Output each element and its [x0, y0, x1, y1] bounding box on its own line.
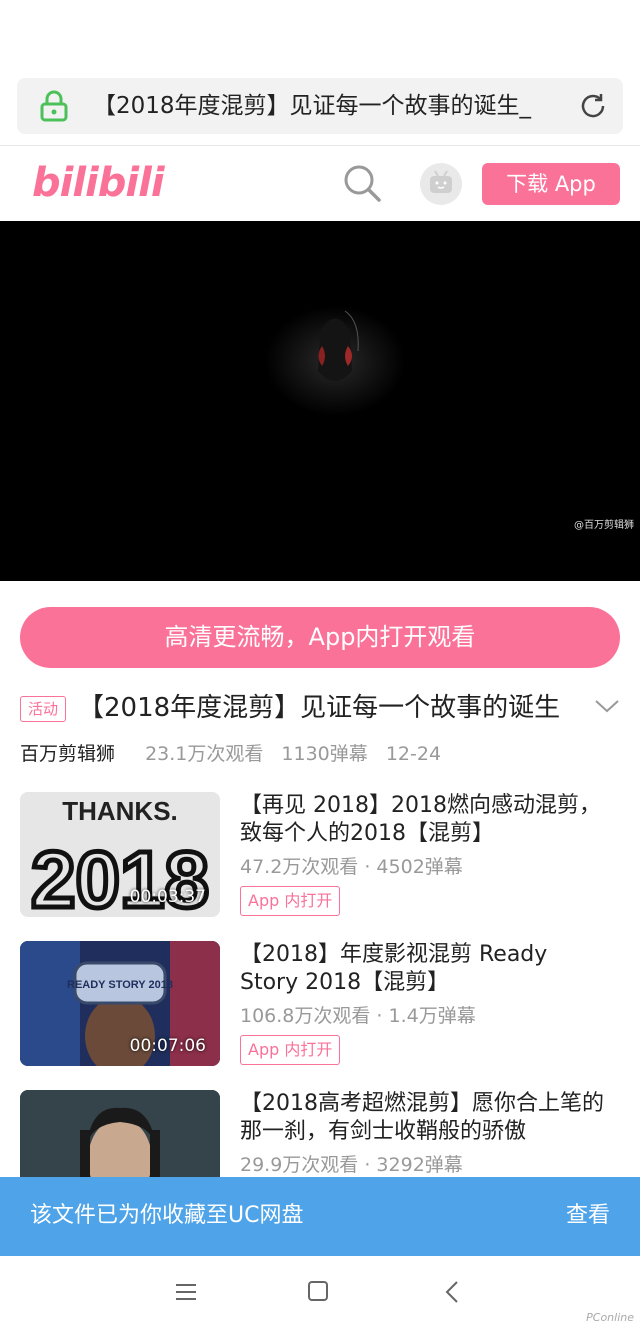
video-frame-image	[265, 306, 405, 416]
video-meta: 百万剪辑狮 23.1万次观看 1130弹幕 12-24	[20, 740, 620, 770]
video-title: 【2018年度混剪】见证每一个故事的诞生	[78, 693, 561, 723]
address-bar[interactable]: 【2018年度混剪】见证每一个故事的诞生_	[17, 78, 623, 134]
home-icon[interactable]	[307, 1280, 329, 1302]
video-thumbnail[interactable]: THANKS. 2018 00:03:37	[20, 792, 220, 917]
danmaku-count: 1130弹幕	[281, 743, 368, 765]
open-in-app-button[interactable]: 高清更流畅，App内打开观看	[20, 607, 620, 668]
browser-address-area: 【2018年度混剪】见证每一个故事的诞生_	[0, 0, 640, 146]
rec-meta: 47.2万次观看 · 4502弹幕	[240, 856, 463, 878]
list-item[interactable]: THANKS. 2018 00:03:37 【再见 2018】2018燃向感动混…	[20, 792, 620, 917]
video-title-row[interactable]: 活动 【2018年度混剪】见证每一个故事的诞生	[20, 688, 620, 728]
open-in-app-tag[interactable]: App 内打开	[240, 1035, 341, 1065]
corner-watermark: PConline	[586, 1311, 634, 1324]
toast-message: 该文件已为你收藏至UC网盘	[30, 1203, 304, 1228]
view-count: 23.1万次观看	[145, 743, 264, 765]
rec-title: 【再见 2018】2018燃向感动混剪，致每个人的2018【混剪】	[240, 793, 601, 846]
download-app-button[interactable]: 下载 App	[482, 163, 620, 205]
publish-date: 12-24	[385, 743, 442, 765]
video-player[interactable]: @百万剪辑狮	[0, 221, 640, 581]
open-in-app-tag[interactable]: App 内打开	[240, 886, 341, 916]
address-text[interactable]: 【2018年度混剪】见证每一个故事的诞生_	[93, 90, 573, 122]
thumb-text: THANKS.	[62, 796, 178, 826]
duration-label: 00:03:37	[129, 887, 206, 907]
rec-meta: 29.9万次观看 · 3292弹幕	[240, 1154, 463, 1176]
avatar[interactable]	[420, 163, 462, 205]
rec-title: 【2018高考超燃混剪】愿你合上笔的那一刹，有剑士收鞘般的骄傲	[240, 1091, 604, 1144]
duration-label: 00:07:06	[129, 1036, 206, 1056]
rec-meta: 106.8万次观看 · 1.4万弹幕	[240, 1005, 476, 1027]
video-thumbnail[interactable]: READY STORY 2018 00:07:06	[20, 941, 220, 1066]
lock-icon	[40, 90, 68, 122]
rec-title: 【2018】年度影视混剪 Ready Story 2018【混剪】	[240, 942, 548, 995]
reload-icon[interactable]	[577, 90, 609, 122]
site-header: bilibili 下载 App	[0, 147, 640, 221]
thumb-text: READY STORY 2018	[67, 979, 173, 991]
cloud-save-toast: 该文件已为你收藏至UC网盘 查看	[0, 1177, 640, 1256]
list-item[interactable]: READY STORY 2018 00:07:06 【2018】年度影视混剪 R…	[20, 941, 620, 1066]
search-icon[interactable]	[342, 163, 382, 203]
activity-tag: 活动	[20, 696, 67, 722]
video-watermark: @百万剪辑狮	[574, 520, 634, 531]
tv-mascot-icon	[430, 170, 452, 193]
author-name[interactable]: 百万剪辑狮	[20, 743, 115, 765]
chevron-down-icon[interactable]	[594, 696, 620, 716]
bilibili-logo[interactable]: bilibili	[32, 157, 165, 209]
toast-view-button[interactable]: 查看	[566, 1201, 610, 1231]
menu-icon[interactable]	[174, 1282, 198, 1302]
back-icon[interactable]	[444, 1280, 460, 1304]
system-nav-bar: PConline	[0, 1256, 640, 1332]
